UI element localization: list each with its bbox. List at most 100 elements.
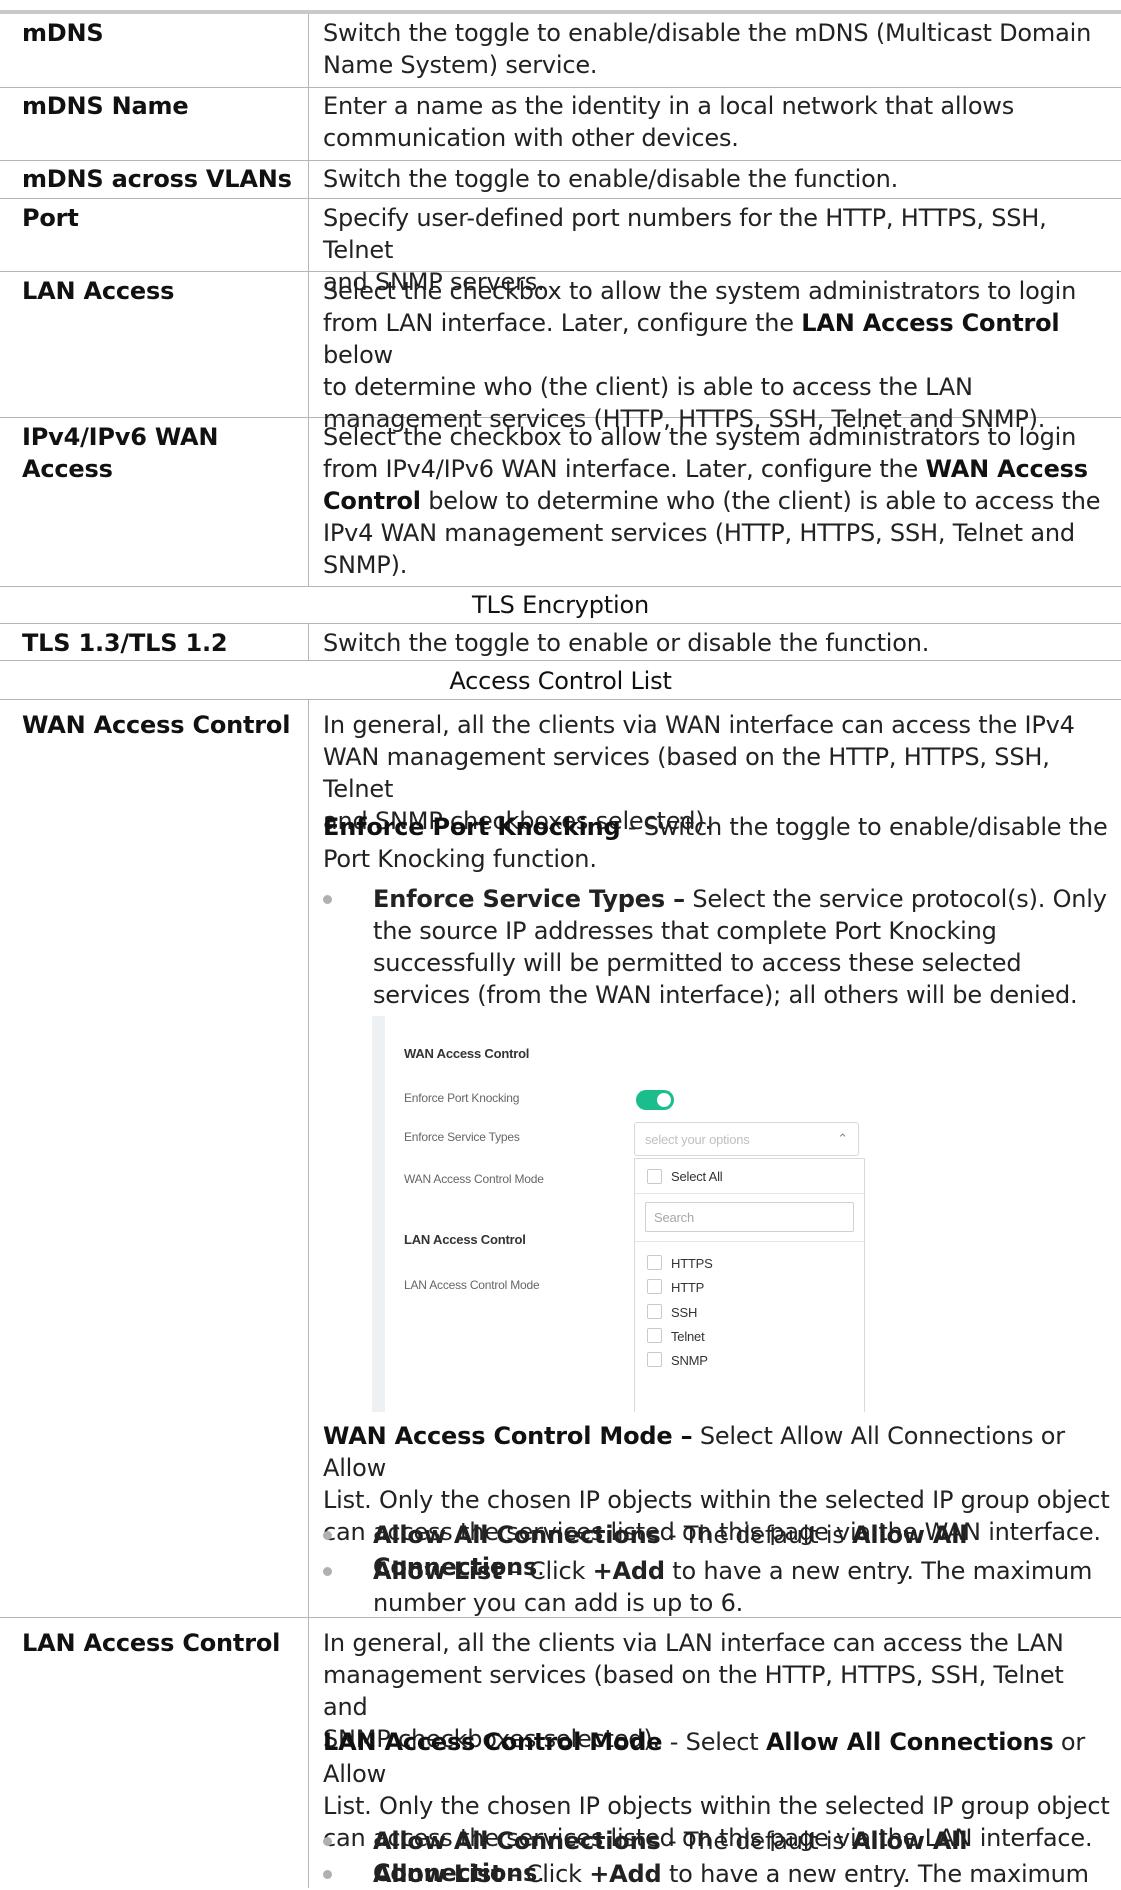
row-label-lan-access: LAN Access xyxy=(22,277,175,305)
row-label-wan-control: WAN Access Control xyxy=(22,711,291,739)
bold-term: WAN Access xyxy=(925,455,1088,483)
option-checkbox[interactable] xyxy=(647,1328,662,1343)
text-span: from LAN interface. Later, configure the xyxy=(323,309,802,337)
desc-line: number you can add is up to 6. xyxy=(373,1589,744,1617)
bold-term: Control xyxy=(323,487,421,515)
column-divider xyxy=(308,699,309,1888)
text-span: from IPv4/IPv6 WAN interface. Later, con… xyxy=(323,455,926,483)
bold-term: Allow All Connections xyxy=(373,1521,661,1549)
desc-line: Select the checkbox to allow the system … xyxy=(323,423,1077,451)
row-divider xyxy=(0,699,1121,700)
row-desc-mdns: Switch the toggle to enable/disable the … xyxy=(323,17,1113,81)
select-all-label[interactable]: Select All xyxy=(671,1169,723,1184)
bullet-text: Allow List – Click +Add to have a new en… xyxy=(373,1555,1113,1619)
bullet-dot xyxy=(323,895,332,904)
desc-line: from IPv4/IPv6 WAN interface. Later, con… xyxy=(323,453,1113,485)
bullet-dot xyxy=(323,1567,332,1576)
row-divider xyxy=(0,87,1121,88)
text-span: Select the service protocol(s). Only xyxy=(684,885,1107,913)
text-span: below xyxy=(323,341,393,369)
row-label-port: Port xyxy=(22,204,79,232)
document-page: mDNS Switch the toggle to enable/disable… xyxy=(0,0,1121,1888)
desc-line: Switch the toggle to enable/disable the … xyxy=(323,19,1092,47)
bold-term: +Add xyxy=(592,1557,665,1585)
bold-term: Allow All Connections xyxy=(765,1728,1054,1756)
bold-term: LAN Access Control Mode xyxy=(323,1728,663,1756)
option-snmp[interactable]: SNMP xyxy=(671,1353,708,1368)
text-span: to have a new entry. The maximum xyxy=(664,1557,1093,1585)
bold-term: Allow List xyxy=(373,1557,503,1585)
enforce-service-types-label: Enforce Service Types xyxy=(404,1130,520,1144)
row-divider xyxy=(0,660,1121,661)
desc-line: management services (based on the HTTP, … xyxy=(323,1661,1064,1721)
option-http[interactable]: HTTP xyxy=(671,1280,704,1295)
desc-line: Enforce Service Types – Select the servi… xyxy=(373,883,1113,915)
row-label-mdns: mDNS xyxy=(22,19,104,47)
row-label-lan-control: LAN Access Control xyxy=(22,1629,281,1657)
toggle-knob xyxy=(657,1093,671,1107)
search-placeholder: Search xyxy=(654,1210,694,1225)
row-label-mdns-name: mDNS Name xyxy=(22,92,189,120)
option-checkbox[interactable] xyxy=(647,1304,662,1319)
row-desc-mdns-name: Enter a name as the identity in a local … xyxy=(323,90,1113,154)
divider xyxy=(635,1193,864,1194)
row-desc-wan-control-p2: Enforce Port Knocking - Switch the toggl… xyxy=(323,811,1113,875)
row-divider xyxy=(0,623,1121,624)
text-span: below to determine who (the client) is a… xyxy=(420,487,1101,515)
desc-line: WAN management services (based on the HT… xyxy=(323,743,1050,803)
desc-line: LAN Access Control Mode - Select Allow A… xyxy=(323,1726,1113,1790)
desc-line: Control below to determine who (the clie… xyxy=(323,485,1113,517)
column-divider xyxy=(308,624,309,660)
bold-term: LAN Access Control xyxy=(801,309,1060,337)
bullet-dot xyxy=(323,1837,332,1846)
desc-line: services (from the WAN interface); all o… xyxy=(373,981,1078,1009)
row-label-wan-access: IPv4/IPv6 WAN Access xyxy=(22,423,219,483)
bullet-text: Enforce Service Types – Select the servi… xyxy=(373,883,1113,1011)
text-span: – Click xyxy=(502,1557,593,1585)
bold-term: Enforce Port Knocking xyxy=(323,813,621,841)
service-types-dropdown: Select All Search HTTPS HTTP SSH Telnet … xyxy=(634,1158,865,1412)
column-divider xyxy=(308,14,309,586)
desc-line: successfully will be permitted to access… xyxy=(373,949,1022,977)
row-label-tls: TLS 1.3/TLS 1.2 xyxy=(22,629,228,657)
option-checkbox[interactable] xyxy=(647,1255,662,1270)
screenshot-title: WAN Access Control xyxy=(404,1046,530,1061)
desc-line: from LAN interface. Later, configure the… xyxy=(323,307,1113,371)
section-header-acl: Access Control List xyxy=(449,667,672,695)
desc-line: Allow List – Click +Add to have a new en… xyxy=(373,1555,1113,1587)
option-checkbox[interactable] xyxy=(647,1352,662,1367)
row-divider xyxy=(0,160,1121,161)
text-span: - The default is xyxy=(660,1521,853,1549)
lan-mode-label: LAN Access Control Mode xyxy=(404,1278,540,1292)
desc-line: to determine who (the client) is able to… xyxy=(323,373,973,401)
section-header-tls: TLS Encryption xyxy=(472,591,649,619)
option-https[interactable]: HTTPS xyxy=(671,1256,713,1271)
desc-line: IPv4 WAN management services (HTTP, HTTP… xyxy=(323,519,1075,547)
enforce-port-knocking-label: Enforce Port Knocking xyxy=(404,1091,520,1105)
chevron-up-icon: ⌃ xyxy=(837,1131,848,1146)
row-desc-wan-access: Select the checkbox to allow the system … xyxy=(323,421,1113,581)
text-span: - Click xyxy=(502,1860,590,1888)
option-telnet[interactable]: Telnet xyxy=(671,1329,705,1344)
bullet-text: Allow List - Click +Add to have a new en… xyxy=(373,1858,1113,1890)
lan-access-control-title: LAN Access Control xyxy=(404,1232,526,1247)
option-checkbox[interactable] xyxy=(647,1279,662,1294)
table-top-border xyxy=(0,10,1121,14)
desc-line: the source IP addresses that complete Po… xyxy=(373,917,997,945)
select-all-checkbox[interactable] xyxy=(647,1169,662,1184)
bullet-dot xyxy=(323,1531,332,1540)
service-types-select[interactable]: select your options ⌃ xyxy=(634,1122,859,1156)
screenshot-side-panel xyxy=(372,1016,385,1412)
desc-line: In general, all the clients via LAN inte… xyxy=(323,1629,1064,1657)
search-input[interactable]: Search xyxy=(645,1202,854,1232)
desc-line: SNMP). xyxy=(323,551,408,579)
desc-line: WAN Access Control Mode – Select Allow A… xyxy=(323,1420,1113,1484)
embedded-screenshot: WAN Access Control Enforce Port Knocking… xyxy=(372,1016,870,1412)
desc-line: Enter a name as the identity in a local … xyxy=(323,92,1015,120)
enforce-port-knocking-toggle[interactable] xyxy=(636,1090,674,1110)
option-ssh[interactable]: SSH xyxy=(671,1305,697,1320)
desc-line: communication with other devices. xyxy=(323,124,739,152)
bold-term: Allow All Connections xyxy=(373,1827,661,1855)
desc-line: Port Knocking function. xyxy=(323,845,597,873)
desc-line: Name System) service. xyxy=(323,51,598,79)
